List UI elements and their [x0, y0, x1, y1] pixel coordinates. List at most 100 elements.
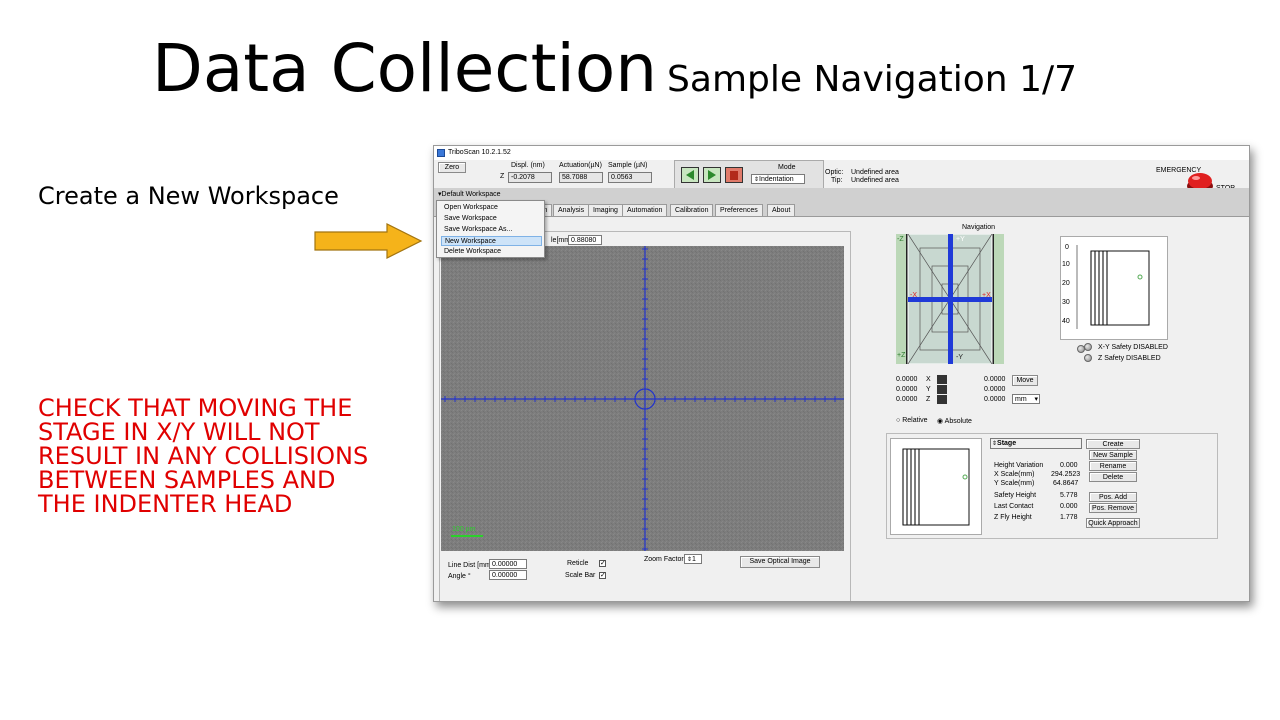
absolute-radio[interactable]: ◉ Absolute [937, 417, 972, 425]
coord-x-target[interactable]: 0.0000 [984, 376, 1005, 383]
sample-outline-graphic [1076, 245, 1150, 329]
tab-preferences[interactable]: Preferences [715, 204, 763, 216]
unit-select[interactable]: mm ▾ [1012, 394, 1040, 404]
coord-z-current: 0.0000 [896, 396, 918, 403]
coord-z-target[interactable]: 0.0000 [984, 396, 1005, 403]
navigation-title: Navigation [962, 224, 996, 231]
y-jog-icon[interactable] [937, 385, 947, 394]
save-optical-image-button[interactable]: Save Optical Image [740, 556, 820, 568]
forward-button[interactable] [703, 167, 721, 183]
menu-delete-workspace[interactable]: Delete Workspace [441, 247, 542, 257]
delete-button[interactable]: Delete [1089, 472, 1137, 482]
nav-plus-y: +Y [956, 236, 965, 243]
y-scale-label: Y Scale(mm) [994, 480, 1035, 487]
height-variation-value: 0.000 [1060, 462, 1078, 469]
new-sample-button[interactable]: New Sample [1089, 450, 1137, 460]
zoom-input[interactable]: ⇕1 [684, 554, 702, 564]
menu-save-workspace[interactable]: Save Workspace [441, 214, 542, 224]
hand-stop-icon [730, 171, 738, 180]
y-tick-0: 0 [1065, 244, 1069, 251]
scale-bar-label: 100 µm [452, 526, 476, 533]
z-safety-led-icon [1084, 354, 1092, 362]
camera-view[interactable]: 100 µm [441, 246, 844, 551]
mode-select[interactable]: ⇕Indentation [751, 174, 805, 184]
xy-safety-label: X-Y Safety DISABLED [1098, 344, 1168, 351]
nav-plus-z: +Z [897, 352, 906, 359]
z-fly-height-value: 1.778 [1060, 514, 1078, 521]
xy-safety-led-icon [1084, 343, 1092, 351]
mode-value: Indentation [759, 176, 794, 183]
stage-name-field[interactable] [990, 438, 1082, 449]
scale-bar-checkbox[interactable]: ✓ [599, 572, 606, 579]
reticle-label: Reticle [567, 560, 589, 567]
pos-add-button[interactable]: Pos. Add [1089, 492, 1137, 502]
unit-value: mm [1015, 396, 1027, 403]
last-contact-value: 0.000 [1060, 503, 1078, 510]
z-safety-label: Z Safety DISABLED [1098, 355, 1161, 362]
pos-remove-button[interactable]: Pos. Remove [1089, 503, 1137, 513]
coord-x-axis: X [926, 376, 931, 383]
angle-label: Angle ° [448, 573, 471, 580]
absolute-label: Absolute [944, 418, 972, 425]
nav-minus-z: -Z [897, 236, 904, 243]
tab-imaging[interactable]: Imaging [588, 204, 623, 216]
dropdown-arrow-icon: ▾ [1034, 396, 1038, 403]
workspace-dropdown[interactable]: ▾Default Workspace [438, 190, 501, 198]
tab-analysis[interactable]: Analysis [553, 204, 590, 216]
z-label: Z [500, 173, 505, 180]
tab-divider [434, 216, 1249, 217]
triboscan-window: TriboScan 10.2.1.52 Zero Displ. (nm) Act… [433, 145, 1250, 602]
x-jog-icon[interactable] [937, 375, 947, 384]
create-boundary-button[interactable]: Create Boundary [1086, 439, 1140, 457]
menu-open-workspace[interactable]: Open Workspace [441, 203, 542, 213]
coord-y-target[interactable]: 0.0000 [984, 386, 1005, 393]
reticle-checkbox[interactable]: ✓ [599, 560, 606, 567]
move-button[interactable]: Move [1012, 375, 1038, 386]
warning-text: CHECK THAT MOVING THE STAGE IN X/Y WILL … [38, 394, 369, 518]
y-tick-40: 40 [1062, 318, 1070, 325]
navigation-map[interactable]: +Y -Y -X +X -Z +Z [896, 233, 1004, 365]
y-tick-10: 10 [1062, 261, 1070, 268]
back-arrow-icon [686, 170, 694, 180]
tip-label: Tip: [831, 177, 843, 184]
stop-button[interactable] [725, 167, 743, 183]
rename-button[interactable]: Rename [1089, 461, 1137, 471]
relative-radio[interactable]: ○ Relative [896, 417, 927, 424]
safety-height-label: Safety Height [994, 492, 1037, 499]
tab-automation[interactable]: Automation [622, 204, 668, 216]
title-main: Data Collection [152, 30, 658, 107]
optic-value: Undefined area [851, 169, 899, 176]
angle-input[interactable]: 0.00000 [489, 570, 527, 580]
z-fly-height-label: Z Fly Height [994, 514, 1032, 521]
menu-save-workspace-as[interactable]: Save Workspace As... [441, 225, 542, 235]
zero-button[interactable]: Zero [438, 162, 466, 173]
scale-bar-check-label: Scale Bar [565, 572, 596, 579]
workspace-label: Default Workspace [441, 191, 501, 198]
relative-label: Relative [902, 417, 928, 424]
line-dist-input[interactable]: 0.00000 [489, 559, 527, 569]
displ-value: -0.2078 [508, 172, 552, 183]
window-titlebar: TriboScan 10.2.1.52 [434, 146, 1249, 160]
radio-on-icon: ◉ [937, 418, 944, 425]
zoom-label: Zoom Factor [644, 556, 684, 563]
coord-x-current: 0.0000 [896, 376, 918, 383]
x-scale-value: 294.2523 [1051, 471, 1081, 478]
back-button[interactable] [681, 167, 699, 183]
mode-label: Mode [778, 164, 796, 171]
nav-minus-y: -Y [956, 354, 963, 361]
tab-about[interactable]: About [767, 204, 796, 216]
actuation-header: Actuation(µN) [559, 162, 602, 169]
menu-new-workspace[interactable]: New Workspace [441, 236, 542, 246]
z-jog-icon[interactable] [937, 395, 947, 404]
forward-arrow-icon [708, 170, 716, 180]
scale-field-input[interactable]: 0.88080 [568, 235, 602, 245]
quick-approach-button[interactable]: Quick Approach [1086, 518, 1140, 528]
tab-calibration[interactable]: Calibration [670, 204, 714, 216]
x-scale-label: X Scale(mm) [994, 471, 1035, 478]
stage-preview [890, 438, 982, 535]
y-tick-20: 20 [1062, 280, 1070, 287]
radio-off-icon: ○ [896, 417, 901, 424]
zoom-value: 1 [692, 556, 696, 563]
sample-preview: 0 10 20 30 40 [1060, 236, 1168, 353]
title-sub: Sample Navigation 1/7 [667, 59, 1078, 100]
